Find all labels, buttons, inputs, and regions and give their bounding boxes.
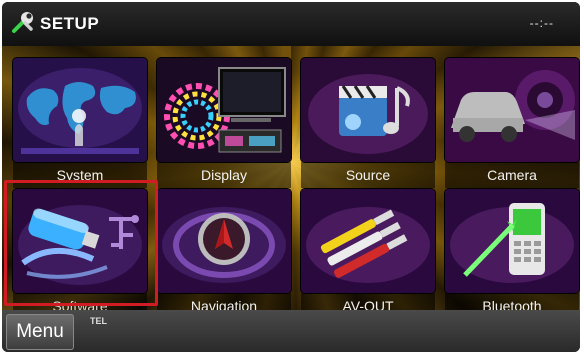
camera-icon [445,58,579,162]
setup-screen: SETUP --:-- System Display Source Camera… [2,2,580,352]
selection-highlight [4,180,158,306]
wrench-icon [12,12,33,33]
tile-display[interactable]: Display [157,58,291,188]
tile-label: Camera [445,162,579,188]
display-icon [157,58,291,162]
media-source-icon [301,58,435,162]
bottom-bar: Menu TEL [2,310,580,352]
header-bar: SETUP --:-- [2,2,580,46]
tile-label: Display [157,162,291,188]
tile-camera[interactable]: Camera [445,58,579,188]
tile-av-out[interactable]: AV-OUT [301,189,435,319]
tile-source[interactable]: Source [301,58,435,188]
clock: --:-- [529,16,554,30]
tile-bluetooth[interactable]: Bluetooth [445,189,579,319]
tile-system[interactable]: System [13,58,147,188]
world-map-icon [13,58,147,162]
menu-button[interactable]: Menu [6,314,74,350]
phone-icon [445,189,579,293]
page-title: SETUP [40,14,100,33]
av-cable-icon [301,189,435,293]
compass-icon [157,189,291,293]
tel-indicator: TEL [90,316,107,326]
tile-label: Source [301,162,435,188]
tile-navigation[interactable]: Navigation [157,189,291,319]
